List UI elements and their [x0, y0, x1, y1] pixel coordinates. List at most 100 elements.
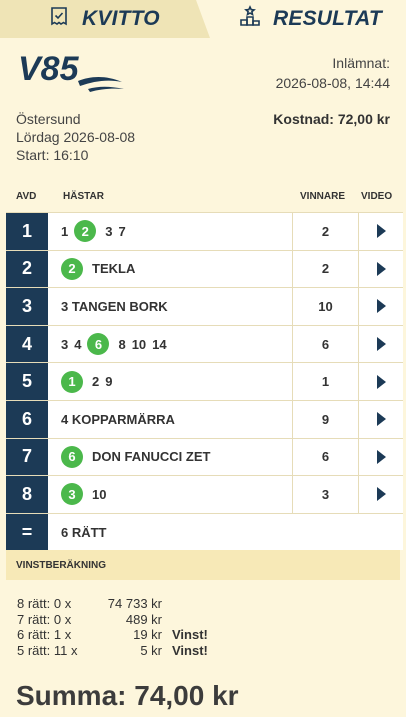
summary-row: = 6 RÄTT: [6, 512, 403, 551]
payout-amount: 489 kr: [125, 611, 162, 627]
horse-number: 8: [118, 336, 126, 352]
submitted-value: 2026-08-08, 14:44: [275, 75, 390, 91]
video-button[interactable]: [359, 401, 403, 438]
tab-bar: KVITTO RESULTAT: [0, 0, 406, 38]
horse-selection: 6 DON FANUCCI ZET: [61, 439, 216, 476]
payout-vinst: Vinst!: [172, 642, 208, 658]
horse-number: 3: [61, 336, 69, 352]
video-button[interactable]: [359, 213, 403, 250]
winner-number: 9: [292, 400, 359, 438]
summary-symbol: =: [6, 513, 48, 551]
horse-number: DON FANUCCI ZET: [92, 449, 211, 465]
table-row: 3 3 TANGEN BORK 10: [6, 287, 403, 325]
cost-value: Kostnad: 72,00 kr: [273, 111, 390, 127]
video-button[interactable]: [359, 251, 403, 288]
payout-amount: 5 kr: [140, 642, 162, 658]
video-button[interactable]: [359, 476, 403, 513]
video-button[interactable]: [359, 363, 403, 400]
table-row: 8 3 10 3: [6, 475, 403, 513]
winning-horse-badge: 3: [61, 483, 83, 506]
summary-text: 6 RÄTT: [61, 524, 107, 540]
submitted-info: Inlämnat: 2026-08-08, 14:44: [276, 53, 390, 93]
table-row: 51291: [6, 362, 403, 400]
payout-line: 8 rätt: 0 x 74 733 kr: [17, 596, 208, 612]
avd-number: 4: [6, 325, 48, 363]
col-hastar: HÄSTAR: [63, 191, 104, 202]
tab-resultat[interactable]: RESULTAT: [239, 0, 382, 38]
video-button[interactable]: [359, 288, 403, 325]
payout-label: 8 rätt: 0 x: [17, 596, 72, 611]
winning-horse-badge: 2: [61, 257, 83, 280]
horse-number: TEKLA: [92, 261, 136, 277]
horse-selection: 3 TANGEN BORK: [61, 288, 174, 325]
col-avd: AVD: [16, 191, 37, 202]
winning-horse-badge: 2: [74, 220, 97, 243]
horse-number: 2: [92, 374, 100, 390]
table-header: AVD HÄSTAR VINNARE VIDEO: [6, 186, 400, 212]
horse-selection: 2 TEKLA: [61, 251, 141, 288]
receipt-check-icon: [48, 5, 82, 33]
play-icon: [376, 487, 386, 502]
winner-number: 1: [292, 363, 359, 400]
play-icon: [376, 449, 386, 464]
avd-number: 7: [6, 438, 48, 476]
play-icon: [376, 299, 386, 314]
results-table: 1 1 2 3 7 2 2 2 TEKLA 2 3 3 TANGEN BORK 10 4 3 4 6 8 10 14 6…: [6, 212, 403, 551]
video-button[interactable]: [359, 326, 403, 363]
horse-number: 9: [105, 374, 113, 390]
horse-number: 4: [74, 336, 82, 352]
payout-vinst: Vinst!: [172, 627, 208, 642]
payout-line: 5 rätt: 11 x 5 kr Vinst!: [17, 643, 208, 659]
table-row: 7 6 DON FANUCCI ZET 6: [6, 437, 403, 476]
horse-number: 4 KOPPARMÄRRA: [61, 411, 175, 427]
avd-number: 1: [6, 213, 48, 250]
race-meta: Östersund Lördag 2026-08-08 Start: 16:10: [16, 110, 135, 164]
horse-selection: 129: [61, 363, 118, 400]
horse-number: 10: [131, 336, 147, 352]
payout-amount: 19 kr: [133, 627, 162, 642]
horse-number: 1: [61, 223, 69, 239]
winner-number: 6: [292, 438, 359, 476]
payout-label: 5 rätt: 11 x: [17, 642, 78, 658]
table-row: 112372: [6, 212, 403, 250]
vinstberakning-list: 8 rätt: 0 x 74 733 kr 7 rätt: 0 x 489 kr 6 r…: [17, 596, 208, 658]
avd-number: 3: [6, 288, 48, 325]
horse-selection: 4 KOPPARMÄRRA: [61, 401, 181, 438]
video-button[interactable]: [359, 439, 403, 476]
horse-number: 10: [92, 486, 107, 502]
total-sum: Summa: 74,00 kr: [16, 680, 239, 711]
col-video: VIDEO: [361, 191, 393, 202]
play-icon: [376, 412, 386, 427]
payout-line: 7 rätt: 0 x 489 kr: [17, 612, 208, 628]
receipt-header: V85 Inlämnat: 2026-08-08, 14:44 Östersun…: [6, 38, 400, 186]
horse-number: 7: [118, 223, 126, 239]
payout-line: 6 rätt: 1 x 19 kr Vinst!: [17, 627, 208, 643]
tab-kvitto-label: KVITTO: [82, 7, 160, 30]
horse-number: 3: [105, 223, 113, 239]
avd-number: 5: [6, 363, 48, 400]
horse-number: 14: [152, 336, 167, 352]
payout-amount: 74 733 kr: [107, 596, 162, 611]
winning-horse-badge: 1: [61, 370, 83, 393]
horse-selection: 3 10: [61, 476, 112, 513]
winner-number: 6: [292, 325, 359, 363]
submitted-label: Inlämnat:: [332, 55, 390, 71]
logo-text: V85: [18, 50, 80, 88]
winner-number: 2: [292, 213, 359, 250]
col-vinnare: VINNARE: [300, 191, 346, 202]
winning-horse-badge: 6: [87, 333, 110, 356]
table-row: 4 3 4 6 8 10 14 6: [6, 324, 403, 363]
table-row: 6 4 KOPPARMÄRRA 9: [6, 399, 403, 438]
start-time: Start: 16:10: [16, 147, 89, 163]
race-date: Lördag 2026-08-08: [16, 129, 136, 145]
payout-label: 6 rätt: 1 x: [17, 627, 72, 642]
play-icon: [376, 261, 386, 276]
play-icon: [376, 224, 386, 239]
vinstberakning-title: VINSTBERÄKNING: [6, 550, 400, 580]
tab-kvitto[interactable]: KVITTO: [48, 0, 160, 38]
winner-number: 3: [292, 476, 359, 513]
avd-number: 6: [6, 400, 48, 438]
payout-label: 7 rätt: 0 x: [17, 611, 72, 627]
winning-horse-badge: 6: [61, 445, 83, 468]
tab-resultat-label: RESULTAT: [273, 7, 382, 30]
